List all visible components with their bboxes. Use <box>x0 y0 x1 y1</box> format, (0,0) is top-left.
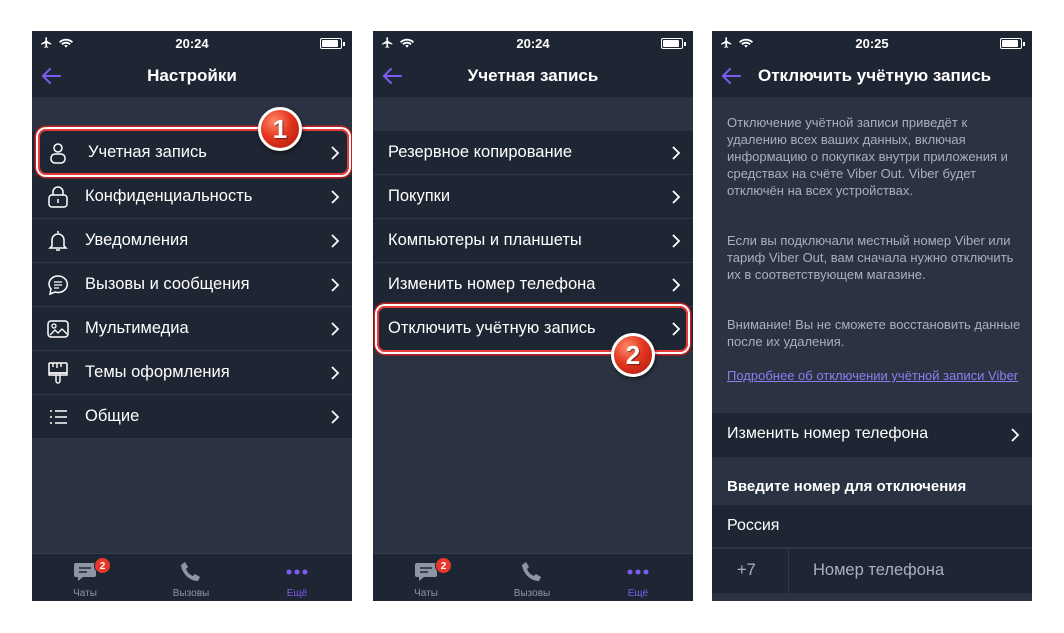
more-dots-icon <box>627 569 649 575</box>
attention-notice: Внимание! Вы не сможете восстановить дан… <box>727 317 1021 349</box>
settings-item-label: Общие <box>85 407 140 425</box>
change-number-label: Изменить номер телефона <box>727 425 929 442</box>
status-bar: 20:25 <box>712 31 1032 55</box>
settings-item-themes[interactable]: Темы оформления <box>32 351 352 395</box>
status-time: 20:24 <box>516 36 550 51</box>
unread-badge: 2 <box>435 557 452 574</box>
battery-icon <box>661 38 686 49</box>
settings-screen: 20:24 Настройки Учетная запись Конфиденц… <box>32 31 352 601</box>
step-badge: 2 <box>611 333 655 377</box>
status-bar: 20:24 <box>373 31 693 55</box>
divider <box>788 549 789 593</box>
account-item-backup[interactable]: Резервное копирование <box>373 131 693 175</box>
chevron-right-icon <box>331 322 340 336</box>
settings-item-label: Конфиденциальность <box>85 187 253 205</box>
account-item-devices[interactable]: Компьютеры и планшеты <box>373 219 693 263</box>
nav-bar: Учетная запись <box>373 55 693 97</box>
settings-item-label: Мультимедиа <box>85 319 189 337</box>
account-item-purchases[interactable]: Покупки <box>373 175 693 219</box>
section-heading: Введите номер для отключения <box>727 478 967 495</box>
status-time: 20:25 <box>855 36 889 51</box>
brush-icon <box>48 362 68 384</box>
settings-item-privacy[interactable]: Конфиденциальность <box>32 175 352 219</box>
page-title: Настройки <box>147 66 237 85</box>
tab-calls[interactable]: Вызовы <box>138 554 244 601</box>
change-number-row[interactable]: Изменить номер телефона <box>712 413 1032 457</box>
battery-icon <box>320 38 345 49</box>
chevron-right-icon <box>331 366 340 380</box>
back-arrow-icon[interactable] <box>718 63 744 89</box>
more-info-link-wrap: Подробнее об отключении учётной записи V… <box>727 367 1022 384</box>
more-dots-icon <box>286 569 308 575</box>
tab-chats[interactable]: 2 Чаты <box>32 554 138 601</box>
unread-badge: 2 <box>94 557 111 574</box>
tab-label: Вызовы <box>513 588 551 599</box>
settings-item-label: Вызовы и сообщения <box>85 275 250 293</box>
chevron-right-icon <box>331 190 340 204</box>
settings-item-notifications[interactable]: Уведомления <box>32 219 352 263</box>
tab-label: Чаты <box>73 588 97 599</box>
list-icon <box>50 410 67 424</box>
bell-icon <box>48 231 68 251</box>
deactivate-warning-text: Отключение учётной записи приведёт к уда… <box>727 115 1008 198</box>
tab-label: Ещё <box>627 588 649 599</box>
phone-icon <box>522 562 541 581</box>
tab-label: Ещё <box>286 588 308 599</box>
settings-item-general[interactable]: Общие <box>32 395 352 439</box>
more-info-link[interactable]: Подробнее об отключении учётной записи V… <box>727 368 1018 383</box>
tab-bar: 2 Чаты Вызовы Ещё <box>373 553 693 601</box>
account-item-label: Изменить номер телефона <box>388 275 596 293</box>
tab-calls[interactable]: Вызовы <box>479 554 585 601</box>
settings-item-label: Темы оформления <box>85 363 230 381</box>
account-item-label: Покупки <box>388 187 451 205</box>
deactivate-account-screen: 20:25 Отключить учётную запись Отключени… <box>712 31 1032 601</box>
chevron-right-icon <box>331 410 340 424</box>
settings-item-label: Уведомления <box>85 231 189 249</box>
local-number-notice: Если вы подключали местный номер Viber и… <box>727 233 1014 282</box>
country-select[interactable]: Россия <box>712 505 1032 548</box>
account-item-change-number[interactable]: Изменить номер телефона <box>373 263 693 307</box>
chevron-right-icon <box>1011 428 1020 442</box>
chevron-right-icon <box>672 278 681 292</box>
image-icon <box>47 320 69 338</box>
tab-label: Вызовы <box>172 588 210 599</box>
tab-bar: 2 Чаты Вызовы Ещё <box>32 553 352 601</box>
tab-more[interactable]: Ещё <box>244 554 350 601</box>
chevron-right-icon <box>672 234 681 248</box>
phone-number-input[interactable]: Номер телефона <box>813 561 944 580</box>
chevron-right-icon <box>672 146 681 160</box>
settings-item-media[interactable]: Мультимедиа <box>32 307 352 351</box>
chevron-right-icon <box>331 234 340 248</box>
chat-icon <box>48 275 69 296</box>
settings-list: Учетная запись Конфиденциальность Уведом… <box>32 131 352 439</box>
phone-icon <box>181 562 200 581</box>
account-item-label: Компьютеры и планшеты <box>388 231 582 249</box>
status-bar: 20:24 <box>32 31 352 55</box>
chevron-right-icon <box>672 190 681 204</box>
lock-icon <box>48 186 68 208</box>
settings-item-calls-messages[interactable]: Вызовы и сообщения <box>32 263 352 307</box>
page-title: Учетная запись <box>467 66 599 85</box>
phone-input-row: +7 Номер телефона <box>712 549 1032 593</box>
step-badge: 1 <box>258 107 302 151</box>
country-value: Россия <box>727 517 780 534</box>
status-time: 20:24 <box>175 36 209 51</box>
highlight-frame <box>38 129 349 175</box>
nav-bar: Отключить учётную запись <box>712 55 1032 97</box>
tab-label: Чаты <box>414 588 438 599</box>
account-item-label: Резервное копирование <box>388 143 572 161</box>
nav-bar: Настройки <box>32 55 352 97</box>
page-title: Отключить учётную запись <box>758 66 992 85</box>
chevron-right-icon <box>331 278 340 292</box>
account-screen: 20:24 Учетная запись Резервное копирован… <box>373 31 693 601</box>
tab-chats[interactable]: 2 Чаты <box>373 554 479 601</box>
battery-icon <box>1000 38 1025 49</box>
tab-more[interactable]: Ещё <box>585 554 691 601</box>
country-code: +7 <box>737 561 756 579</box>
